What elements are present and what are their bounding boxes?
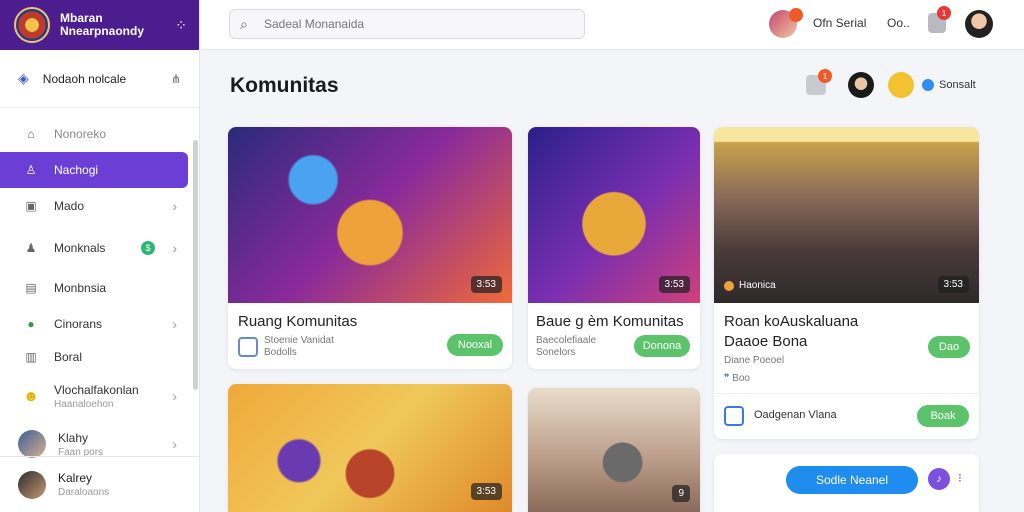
divider <box>714 393 979 394</box>
card-title: Ruang Komunitas <box>238 313 358 330</box>
card-meta: ❞ Boo <box>724 373 750 384</box>
music-icon[interactable]: ♪ <box>928 468 950 490</box>
sidebar-item-monknals[interactable]: ♟ Monknals $ › <box>0 230 199 266</box>
notification-count: 1 <box>818 69 832 83</box>
card-thumbnail: 3:53 <box>228 384 512 512</box>
notification-dot <box>789 8 803 22</box>
card-subtitle: Diane Poeoel <box>724 355 785 366</box>
image-icon: ▤ <box>25 281 37 295</box>
notification-count: 1 <box>937 6 951 20</box>
video-count: 3:53 <box>470 276 502 293</box>
chevron-right-icon: › <box>172 240 177 256</box>
sidebar-item-boral[interactable]: ▥ Boral <box>0 342 199 372</box>
video-count: 3:53 <box>470 483 502 500</box>
row-label: Oadgenan Vlana <box>754 409 837 421</box>
profile-name: Kalrey <box>58 471 93 485</box>
status-badge: $ <box>141 241 155 255</box>
video-count: 3:53 <box>658 276 690 293</box>
search-input[interactable] <box>264 17 564 31</box>
location-icon <box>724 280 734 291</box>
card-overlay-label: Haonica <box>724 280 776 291</box>
globe-icon: ● <box>27 317 35 331</box>
group-icon <box>238 337 258 357</box>
card-thumbnail: Haonica 3:53 <box>714 127 979 303</box>
card-title: Baue g èm Komunitas <box>536 313 684 330</box>
chevron-right-icon: › <box>172 316 177 332</box>
profile-sub: Daraloaons <box>58 487 110 498</box>
join-button[interactable]: Dao <box>928 336 970 358</box>
avatar <box>18 470 46 499</box>
doc-icon: ▣ <box>25 199 37 213</box>
tag-icon: ◈ <box>18 70 29 86</box>
sidebar-item-home[interactable]: ⌂ Nonoreko <box>0 116 199 152</box>
join-button[interactable]: Boak <box>917 405 969 427</box>
more-options-icon[interactable]: ⁝ <box>958 471 962 485</box>
brand-logo[interactable] <box>14 7 50 43</box>
sidebar-scrollbar[interactable] <box>193 140 198 390</box>
sidebar-item-active[interactable]: ♙ Nachogi <box>0 152 188 188</box>
chevron-right-icon: › <box>172 198 177 214</box>
avatar <box>18 430 46 458</box>
emoji-icon: ☻ <box>23 387 39 405</box>
top-bar: ⌕ Ofn Serial Oo.. 1 <box>201 0 1024 50</box>
card-subtitle: Stoenie Vanidat Bodolls <box>264 335 334 358</box>
card-thumbnail: 3:53 <box>528 127 700 303</box>
community-card[interactable]: Haonica 3:53 Roan koAuskaluana Daaoe Bon… <box>714 127 979 439</box>
sidebar-item-monbnsia[interactable]: ▤ Monbnsia <box>0 270 199 306</box>
chevron-right-icon: › <box>172 436 177 452</box>
brand-name: Mbaran Nnearpnaondy <box>60 11 145 38</box>
card-title-line2: Daaoe Bona <box>724 333 808 350</box>
avatar[interactable] <box>965 10 993 38</box>
card-title: Roan koAuskaluana <box>724 313 859 330</box>
search-box[interactable]: ⌕ <box>229 9 585 39</box>
join-button[interactable]: Donona <box>634 335 690 357</box>
sidebar-item-mado[interactable]: ▣ Mado › <box>0 188 199 224</box>
card-thumbnail: 9 <box>528 388 700 512</box>
header-link[interactable]: Sonsalt <box>922 79 976 91</box>
home-icon: ⌂ <box>27 127 35 141</box>
grid-menu-icon[interactable]: ⁘ <box>175 17 187 34</box>
user-name[interactable]: Ofn Serial <box>813 16 866 30</box>
lock-icon: ▥ <box>25 350 37 364</box>
community-card[interactable]: 9 <box>528 388 700 512</box>
video-count: 3:53 <box>937 276 969 293</box>
chevron-right-icon: › <box>172 388 177 404</box>
sidebar-top-item[interactable]: ◈ Nodaoh nolcale ⋔ <box>0 50 199 108</box>
user-icon: ♙ <box>25 163 37 177</box>
community-card[interactable]: 3:53 Baue g èm Komunitas Baecolefiaale S… <box>528 127 700 369</box>
person-icon: ♟ <box>25 241 37 255</box>
card-subtitle: Baecolefiaale Sonelors <box>536 335 597 358</box>
topbar-short-text[interactable]: Oo.. <box>887 16 910 30</box>
profile-footer[interactable]: Kalrey Daraloaons <box>0 456 200 512</box>
quote-icon: ❞ <box>724 373 730 384</box>
sidebar-top-label: Nodaoh nolcale <box>42 71 127 86</box>
join-button[interactable]: Nooxal <box>447 334 503 356</box>
sidebar-item-cinorans[interactable]: ● Cinorans › <box>0 306 199 342</box>
emoji-icon[interactable] <box>888 72 914 98</box>
avatar[interactable] <box>848 72 874 98</box>
video-count: 9 <box>672 485 690 502</box>
page-title: Komunitas <box>230 74 339 97</box>
card-thumbnail: 3:53 <box>228 127 512 303</box>
search-icon: ⌕ <box>240 16 248 32</box>
sidebar: Mbaran Nnearpnaondy ⁘ ◈ Nodaoh nolcale ⋔… <box>0 0 200 512</box>
group-icon <box>724 406 744 426</box>
community-card[interactable]: 3:53 <box>228 384 512 512</box>
sidebar-item-two-line[interactable]: ☻ Vlochalfakonlan Haanaloehon › <box>0 376 199 416</box>
cta-button[interactable]: Sodle Neanel <box>786 466 918 494</box>
brand-bar: Mbaran Nnearpnaondy ⁘ <box>0 0 199 50</box>
share-icon[interactable]: ⋔ <box>171 72 181 86</box>
community-card[interactable]: 3:53 Ruang Komunitas Stoenie Vanidat Bod… <box>228 127 512 369</box>
info-icon <box>922 79 934 91</box>
